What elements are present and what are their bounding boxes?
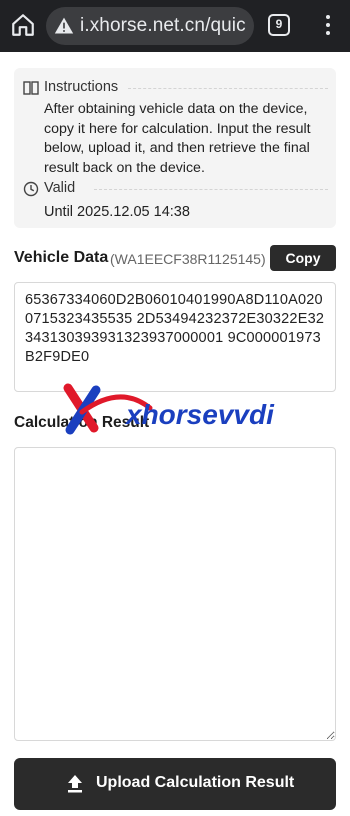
url-text[interactable]: i.xhorse.net.cn/quic bbox=[80, 15, 246, 37]
book-icon bbox=[23, 81, 39, 95]
home-icon[interactable] bbox=[10, 12, 36, 38]
warning-icon[interactable] bbox=[54, 16, 74, 36]
upload-label: Upload Calculation Result bbox=[96, 774, 295, 791]
upload-result-button[interactable]: Upload Calculation Result bbox=[14, 758, 336, 810]
browser-toolbar: i.xhorse.net.cn/quic 9 bbox=[0, 0, 350, 52]
vin-text: (WA1EECF38R1125145) bbox=[110, 251, 266, 267]
address-bar[interactable]: i.xhorse.net.cn/quic bbox=[46, 7, 254, 45]
tab-switcher-icon[interactable]: 9 bbox=[268, 14, 290, 36]
valid-until-text: Until 2025.12.05 14:38 bbox=[44, 204, 190, 220]
vehicle-data-title: Vehicle Data bbox=[14, 249, 109, 266]
upload-icon bbox=[68, 775, 82, 793]
vehicle-data-field[interactable]: 65367334060D2B06010401990A8D110A02007153… bbox=[14, 282, 336, 392]
clock-icon bbox=[23, 181, 39, 197]
instructions-text: After obtaining vehicle data on the devi… bbox=[44, 101, 311, 176]
divider bbox=[94, 189, 328, 190]
divider bbox=[128, 88, 328, 89]
valid-label: Valid bbox=[44, 180, 76, 196]
calculation-result-input[interactable] bbox=[14, 447, 336, 741]
info-card: Instructions After obtaining vehicle dat… bbox=[14, 68, 336, 228]
more-vert-icon[interactable] bbox=[318, 13, 338, 39]
watermark-text: xhorsevvdi bbox=[124, 399, 275, 430]
copy-button[interactable]: Copy bbox=[270, 245, 336, 271]
instructions-label: Instructions bbox=[44, 79, 119, 95]
xhorse-watermark-logo: xhorsevvdi bbox=[63, 383, 275, 435]
